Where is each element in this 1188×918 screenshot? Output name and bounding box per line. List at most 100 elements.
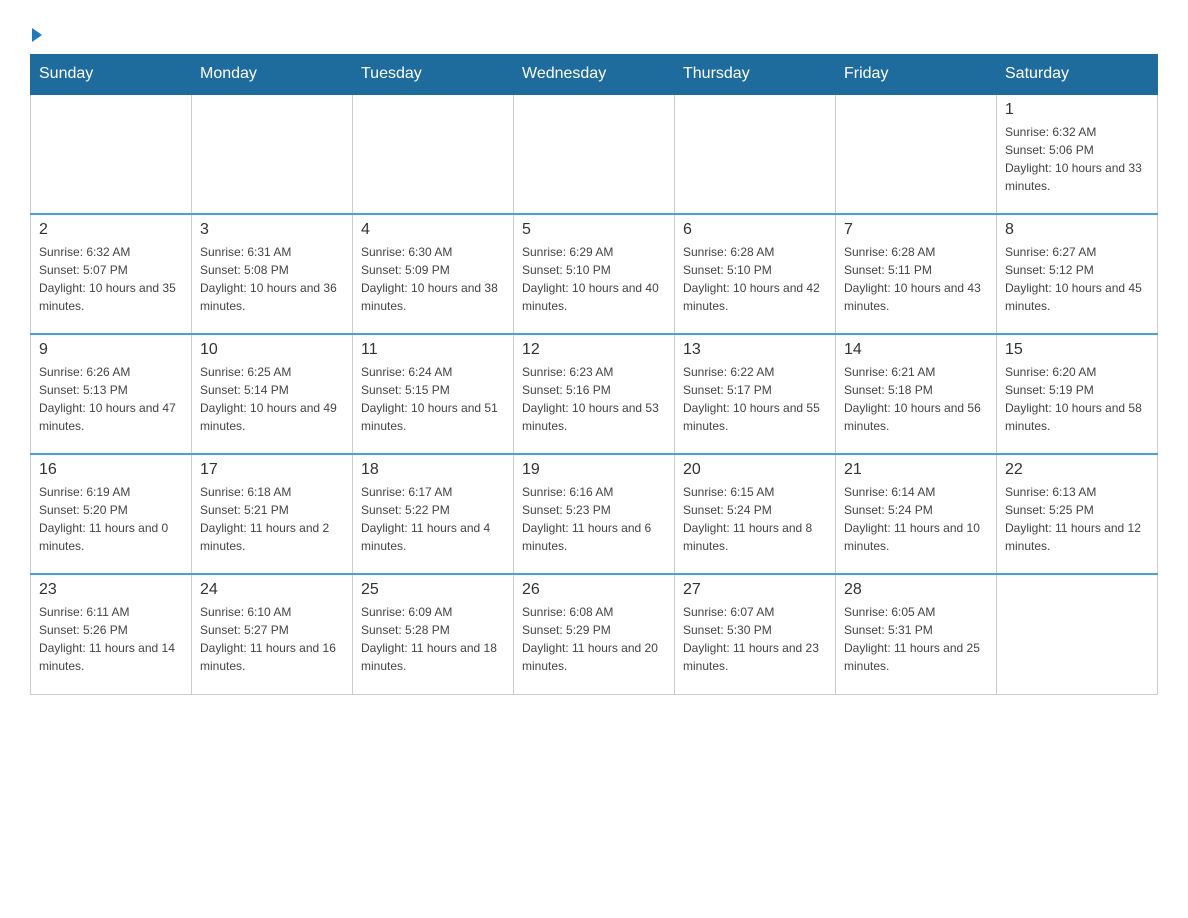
calendar: SundayMondayTuesdayWednesdayThursdayFrid…: [30, 54, 1158, 695]
header-monday: Monday: [192, 55, 353, 95]
calendar-cell: 22 Sunrise: 6:13 AMSunset: 5:25 PMDayligh…: [997, 454, 1158, 574]
day-info: Sunrise: 6:24 AMSunset: 5:15 PMDaylight:…: [361, 363, 505, 435]
day-info: Sunrise: 6:25 AMSunset: 5:14 PMDaylight:…: [200, 363, 344, 435]
day-info: Sunrise: 6:32 AMSunset: 5:06 PMDaylight:…: [1005, 123, 1149, 195]
header-sunday: Sunday: [31, 55, 192, 95]
weekday-header-row: SundayMondayTuesdayWednesdayThursdayFrid…: [31, 55, 1158, 95]
day-number: 20: [683, 461, 827, 479]
day-info: Sunrise: 6:21 AMSunset: 5:18 PMDaylight:…: [844, 363, 988, 435]
calendar-cell: [31, 94, 192, 214]
day-number: 12: [522, 341, 666, 359]
week-row-4: 16 Sunrise: 6:19 AMSunset: 5:20 PMDayligh…: [31, 454, 1158, 574]
calendar-cell: 10 Sunrise: 6:25 AMSunset: 5:14 PMDayligh…: [192, 334, 353, 454]
calendar-cell: 21 Sunrise: 6:14 AMSunset: 5:24 PMDayligh…: [836, 454, 997, 574]
calendar-cell: 20 Sunrise: 6:15 AMSunset: 5:24 PMDayligh…: [675, 454, 836, 574]
calendar-cell: [514, 94, 675, 214]
header-friday: Friday: [836, 55, 997, 95]
calendar-cell: 28Sunrise: 6:05 AMSunset: 5:31 PMDayligh…: [836, 574, 997, 694]
calendar-cell: 9 Sunrise: 6:26 AMSunset: 5:13 PMDaylight…: [31, 334, 192, 454]
header-wednesday: Wednesday: [514, 55, 675, 95]
day-number: 5: [522, 221, 666, 239]
calendar-cell: 23 Sunrise: 6:11 AMSunset: 5:26 PMDayligh…: [31, 574, 192, 694]
day-info: Sunrise: 6:08 AMSunset: 5:29 PMDaylight:…: [522, 603, 666, 675]
day-info: Sunrise: 6:17 AMSunset: 5:22 PMDaylight:…: [361, 483, 505, 555]
day-number: 14: [844, 341, 988, 359]
day-info: Sunrise: 6:29 AMSunset: 5:10 PMDaylight:…: [522, 243, 666, 315]
week-row-1: 1 Sunrise: 6:32 AMSunset: 5:06 PMDaylight…: [31, 94, 1158, 214]
calendar-cell: [675, 94, 836, 214]
day-info: Sunrise: 6:28 AMSunset: 5:11 PMDaylight:…: [844, 243, 988, 315]
calendar-cell: 17 Sunrise: 6:18 AMSunset: 5:21 PMDayligh…: [192, 454, 353, 574]
day-info: Sunrise: 6:16 AMSunset: 5:23 PMDaylight:…: [522, 483, 666, 555]
day-info: Sunrise: 6:31 AMSunset: 5:08 PMDaylight:…: [200, 243, 344, 315]
day-number: 13: [683, 341, 827, 359]
day-info: Sunrise: 6:20 AMSunset: 5:19 PMDaylight:…: [1005, 363, 1149, 435]
calendar-cell: 8 Sunrise: 6:27 AMSunset: 5:12 PMDaylight…: [997, 214, 1158, 334]
day-number: 18: [361, 461, 505, 479]
calendar-cell: 25Sunrise: 6:09 AMSunset: 5:28 PMDayligh…: [353, 574, 514, 694]
calendar-cell: 1 Sunrise: 6:32 AMSunset: 5:06 PMDaylight…: [997, 94, 1158, 214]
day-info: Sunrise: 6:14 AMSunset: 5:24 PMDaylight:…: [844, 483, 988, 555]
day-number: 6: [683, 221, 827, 239]
calendar-cell: 6 Sunrise: 6:28 AMSunset: 5:10 PMDaylight…: [675, 214, 836, 334]
week-row-3: 9 Sunrise: 6:26 AMSunset: 5:13 PMDaylight…: [31, 334, 1158, 454]
day-number: 3: [200, 221, 344, 239]
day-number: 9: [39, 341, 183, 359]
day-info: Sunrise: 6:18 AMSunset: 5:21 PMDaylight:…: [200, 483, 344, 555]
day-number: 26: [522, 581, 666, 599]
day-info: Sunrise: 6:32 AMSunset: 5:07 PMDaylight:…: [39, 243, 183, 315]
day-info: Sunrise: 6:11 AMSunset: 5:26 PMDaylight:…: [39, 603, 183, 675]
day-number: 16: [39, 461, 183, 479]
calendar-cell: 4 Sunrise: 6:30 AMSunset: 5:09 PMDaylight…: [353, 214, 514, 334]
day-info: Sunrise: 6:10 AMSunset: 5:27 PMDaylight:…: [200, 603, 344, 675]
day-number: 8: [1005, 221, 1149, 239]
calendar-cell: 13 Sunrise: 6:22 AMSunset: 5:17 PMDayligh…: [675, 334, 836, 454]
calendar-cell: 24 Sunrise: 6:10 AMSunset: 5:27 PMDayligh…: [192, 574, 353, 694]
day-info: Sunrise: 6:26 AMSunset: 5:13 PMDaylight:…: [39, 363, 183, 435]
day-info: Sunrise: 6:15 AMSunset: 5:24 PMDaylight:…: [683, 483, 827, 555]
day-info: Sunrise: 6:28 AMSunset: 5:10 PMDaylight:…: [683, 243, 827, 315]
calendar-cell: [192, 94, 353, 214]
day-info: Sunrise: 6:30 AMSunset: 5:09 PMDaylight:…: [361, 243, 505, 315]
day-number: 24: [200, 581, 344, 599]
calendar-cell: 27 Sunrise: 6:07 AMSunset: 5:30 PMDayligh…: [675, 574, 836, 694]
day-number: 7: [844, 221, 988, 239]
header-thursday: Thursday: [675, 55, 836, 95]
logo: [30, 20, 42, 44]
calendar-cell: 16 Sunrise: 6:19 AMSunset: 5:20 PMDayligh…: [31, 454, 192, 574]
day-number: 1: [1005, 101, 1149, 119]
day-number: 22: [1005, 461, 1149, 479]
calendar-cell: 11 Sunrise: 6:24 AMSunset: 5:15 PMDayligh…: [353, 334, 514, 454]
calendar-cell: 12 Sunrise: 6:23 AMSunset: 5:16 PMDayligh…: [514, 334, 675, 454]
calendar-cell: 7 Sunrise: 6:28 AMSunset: 5:11 PMDaylight…: [836, 214, 997, 334]
day-number: 2: [39, 221, 183, 239]
day-info: Sunrise: 6:23 AMSunset: 5:16 PMDaylight:…: [522, 363, 666, 435]
header-saturday: Saturday: [997, 55, 1158, 95]
calendar-cell: 15 Sunrise: 6:20 AMSunset: 5:19 PMDayligh…: [997, 334, 1158, 454]
day-number: 15: [1005, 341, 1149, 359]
day-number: 10: [200, 341, 344, 359]
day-number: 23: [39, 581, 183, 599]
calendar-cell: [836, 94, 997, 214]
day-number: 11: [361, 341, 505, 359]
calendar-cell: 5 Sunrise: 6:29 AMSunset: 5:10 PMDaylight…: [514, 214, 675, 334]
calendar-cell: [353, 94, 514, 214]
calendar-cell: 26 Sunrise: 6:08 AMSunset: 5:29 PMDayligh…: [514, 574, 675, 694]
day-info: Sunrise: 6:19 AMSunset: 5:20 PMDaylight:…: [39, 483, 183, 555]
day-number: 17: [200, 461, 344, 479]
day-info: Sunrise: 6:13 AMSunset: 5:25 PMDaylight:…: [1005, 483, 1149, 555]
calendar-cell: [997, 574, 1158, 694]
header-tuesday: Tuesday: [353, 55, 514, 95]
calendar-cell: 14 Sunrise: 6:21 AMSunset: 5:18 PMDayligh…: [836, 334, 997, 454]
logo-arrow-icon: [32, 28, 42, 42]
day-info: Sunrise: 6:22 AMSunset: 5:17 PMDaylight:…: [683, 363, 827, 435]
day-number: 4: [361, 221, 505, 239]
day-number: 21: [844, 461, 988, 479]
header: [30, 20, 1158, 44]
day-info: Sunrise: 6:27 AMSunset: 5:12 PMDaylight:…: [1005, 243, 1149, 315]
week-row-2: 2 Sunrise: 6:32 AMSunset: 5:07 PMDaylight…: [31, 214, 1158, 334]
day-number: 19: [522, 461, 666, 479]
day-number: 25: [361, 581, 505, 599]
day-number: 27: [683, 581, 827, 599]
day-info: Sunrise: 6:07 AMSunset: 5:30 PMDaylight:…: [683, 603, 827, 675]
